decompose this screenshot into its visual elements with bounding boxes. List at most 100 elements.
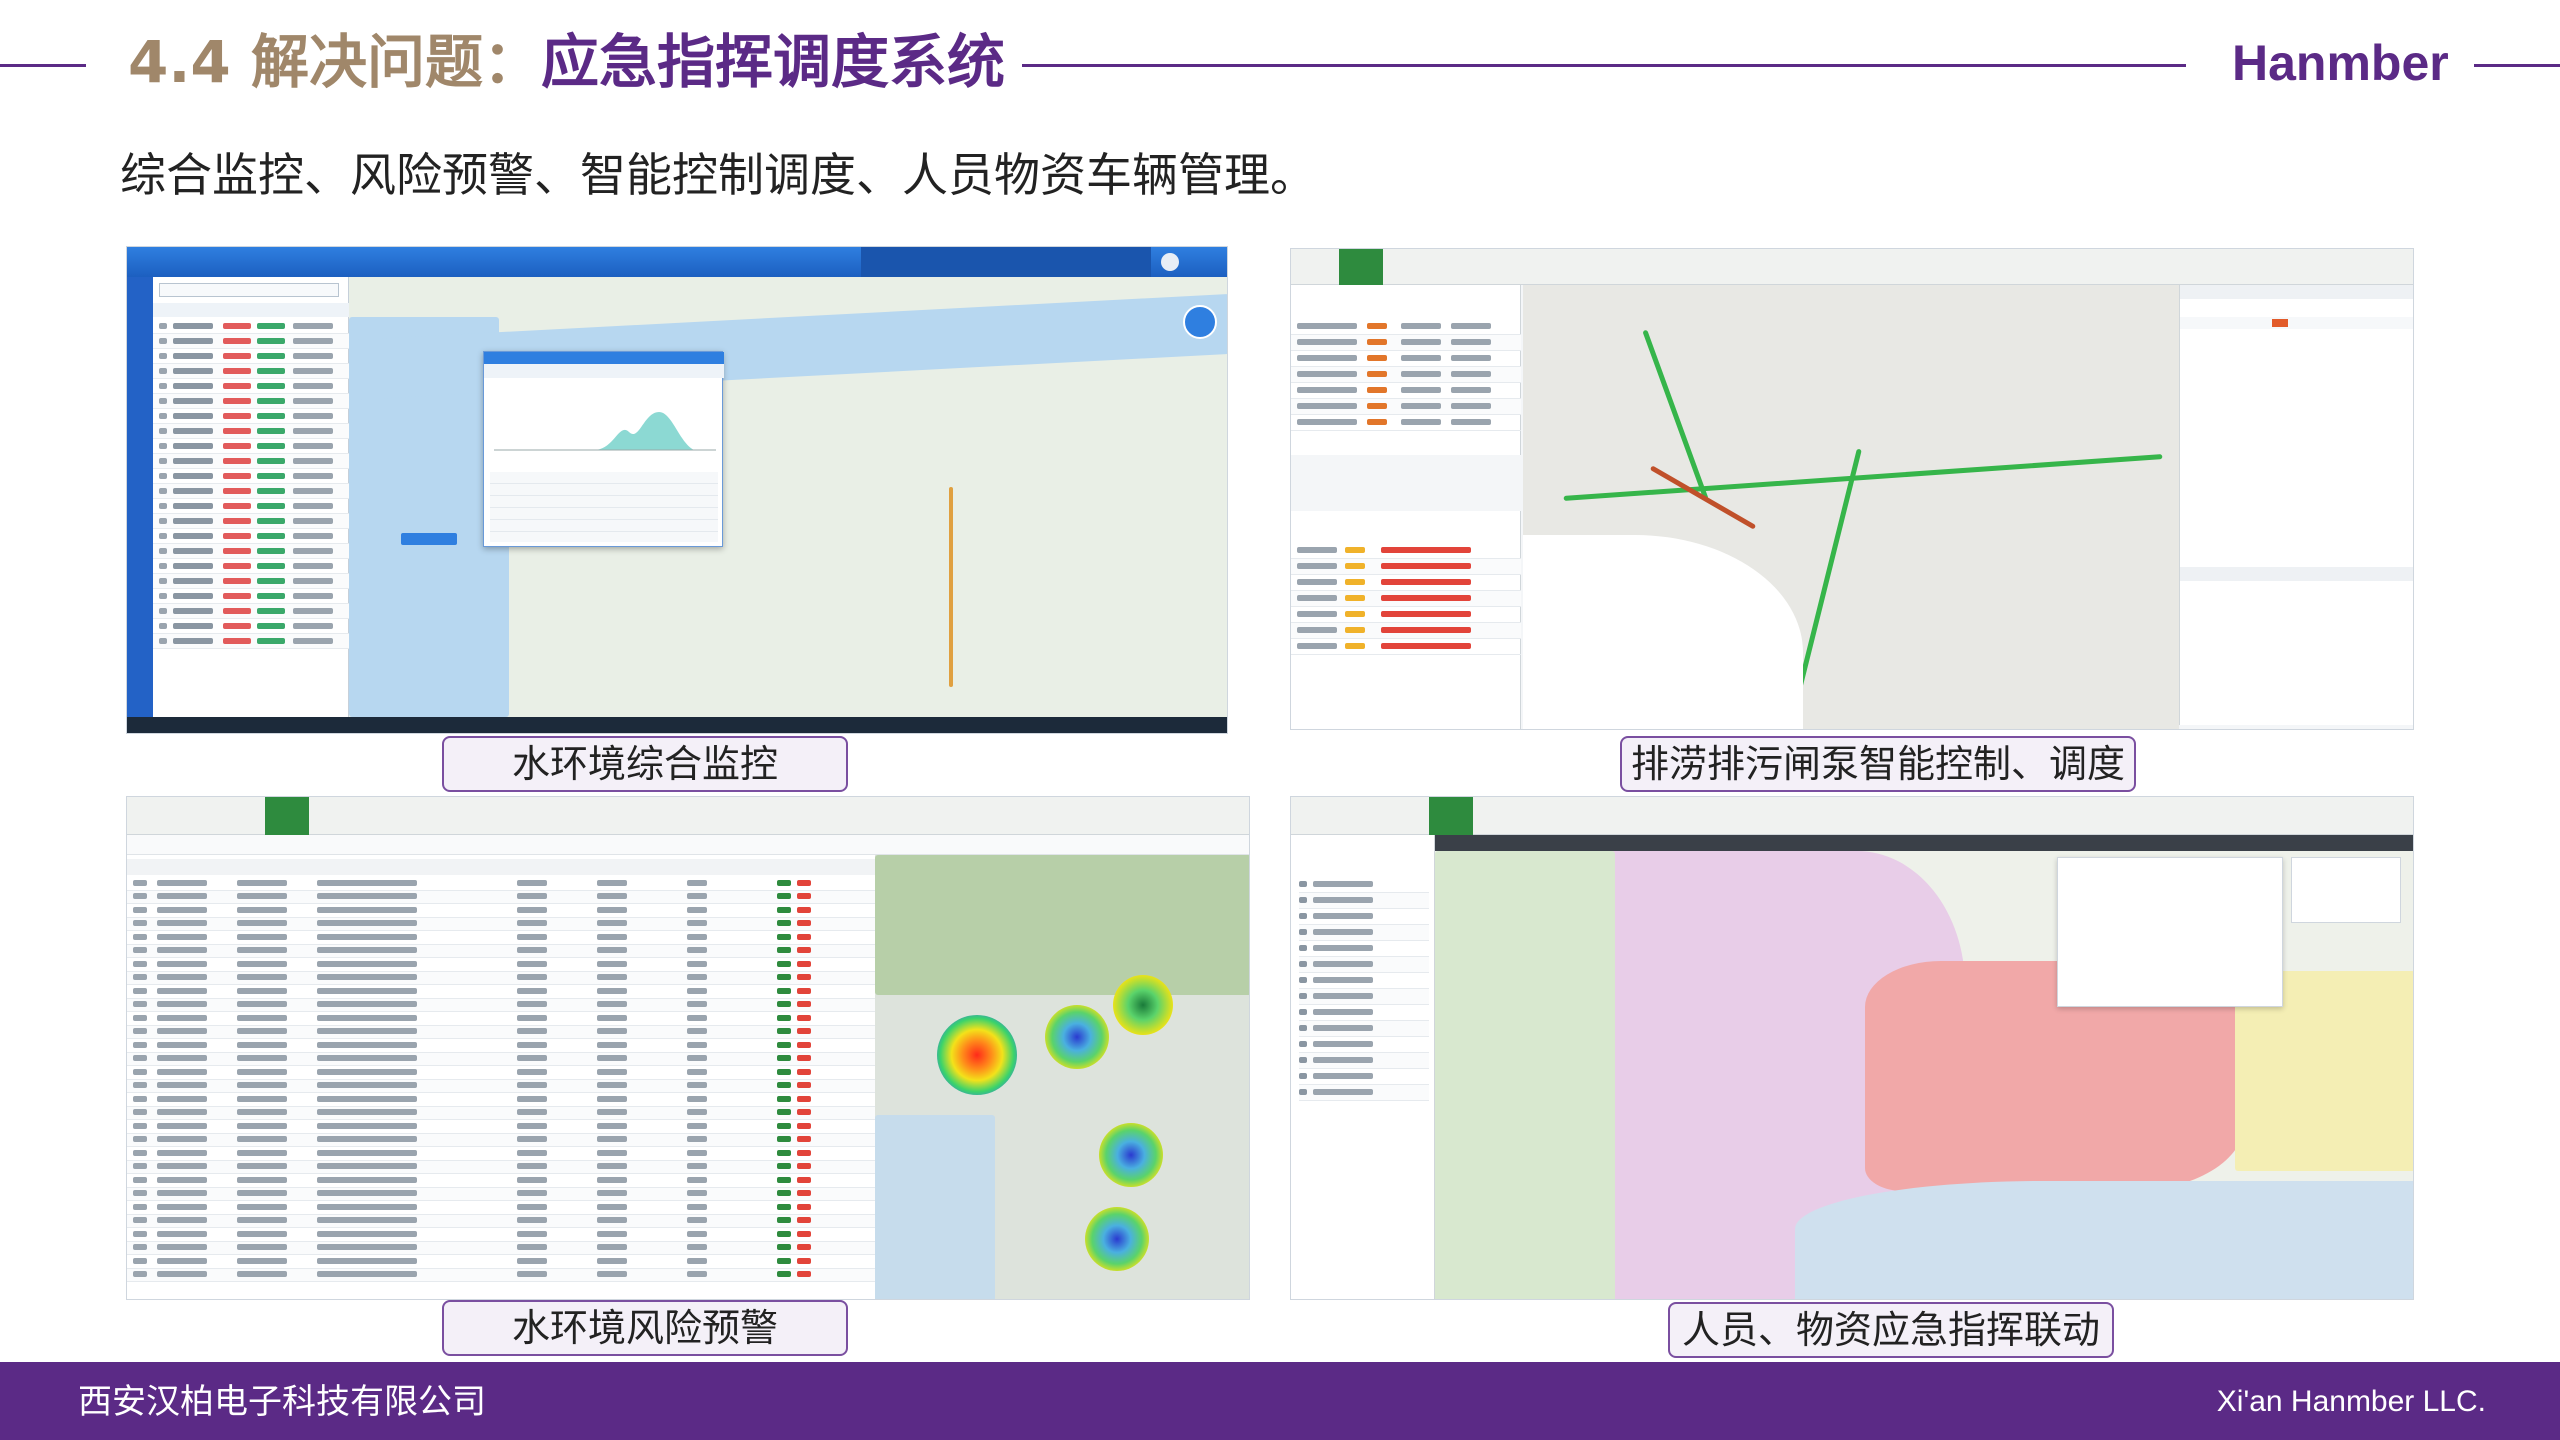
table-cell — [317, 1271, 417, 1278]
table-cell — [159, 382, 167, 389]
table-row — [127, 1066, 875, 1080]
station-marker[interactable] — [401, 533, 457, 545]
table-cell — [157, 1041, 207, 1048]
table-cell — [223, 367, 251, 374]
table-cell — [293, 442, 333, 449]
table-cell — [1313, 897, 1373, 903]
footer-bar: 西安汉柏电子科技有限公司 Xi'an Hanmber LLC. — [0, 1362, 2560, 1440]
table-row — [1299, 1085, 1429, 1101]
table-cell — [777, 1203, 791, 1210]
table-cell — [797, 1230, 811, 1237]
table-cell — [1451, 387, 1491, 393]
personnel-table-popup[interactable] — [2057, 857, 2283, 1007]
screenshot-risk-warning — [126, 796, 1250, 1300]
table-cell — [237, 1217, 287, 1224]
table-cell — [293, 472, 333, 479]
table-row — [153, 334, 349, 349]
table-cell — [223, 532, 251, 539]
table-cell — [173, 427, 213, 434]
table-cell — [797, 1109, 811, 1116]
table-cell — [1451, 419, 1491, 425]
table-cell — [133, 1271, 147, 1278]
table-cell — [257, 532, 285, 539]
table-cell — [1299, 897, 1307, 903]
table-cell — [223, 412, 251, 419]
table-cell — [133, 1001, 147, 1008]
table-row — [127, 985, 875, 999]
table-cell — [293, 562, 333, 569]
screenshot-emergency-command — [1290, 796, 2414, 1300]
station-rows — [153, 319, 349, 649]
table-cell — [1299, 1041, 1307, 1047]
water-level-popup[interactable] — [483, 351, 724, 547]
table-cell — [797, 1136, 811, 1143]
active-tab[interactable] — [1429, 797, 1473, 835]
table-cell — [237, 1109, 287, 1116]
table-cell — [159, 487, 167, 494]
popup-tabs[interactable] — [484, 364, 724, 378]
table-cell — [1345, 643, 1365, 649]
table-cell — [777, 933, 791, 940]
table-cell — [293, 352, 333, 359]
table-cell — [133, 1055, 147, 1062]
table-row — [127, 1093, 875, 1107]
table-cell — [1297, 579, 1337, 585]
page-title: 4.4 解决问题：应急指挥调度系统 — [128, 22, 1005, 102]
table-cell — [133, 1122, 147, 1129]
table-cell — [1299, 881, 1307, 887]
table-cell — [157, 1082, 207, 1089]
map-toolbar[interactable] — [1435, 835, 2413, 851]
table-cell — [257, 472, 285, 479]
table-row — [1299, 1053, 1429, 1069]
station-search-input[interactable] — [159, 283, 339, 297]
alarm-list-header — [2180, 285, 2413, 299]
table-cell — [1297, 339, 1357, 345]
table-cell — [517, 1122, 547, 1129]
table-cell — [517, 1230, 547, 1237]
resource-tree-items — [1299, 877, 1429, 1137]
active-tab[interactable] — [265, 797, 309, 835]
table-cell — [797, 1068, 811, 1075]
table-cell — [1297, 547, 1337, 553]
table-cell — [317, 1257, 417, 1264]
table-cell — [157, 1149, 207, 1156]
table-cell — [293, 532, 333, 539]
table-row — [153, 619, 349, 634]
table-cell — [133, 1203, 147, 1210]
filter-bar[interactable] — [127, 835, 1249, 855]
table-cell — [159, 367, 167, 374]
table-cell — [159, 472, 167, 479]
table-cell — [257, 577, 285, 584]
table-cell — [777, 1041, 791, 1048]
table-row — [153, 409, 349, 424]
table-cell — [797, 974, 811, 981]
app-topbar — [1291, 249, 2413, 285]
table-cell — [797, 1122, 811, 1129]
active-tab[interactable] — [1339, 249, 1383, 285]
table-cell — [133, 1014, 147, 1021]
road-map[interactable] — [1523, 285, 2179, 729]
table-row — [153, 544, 349, 559]
screenshot-water-monitoring — [126, 246, 1228, 734]
table-row — [1299, 909, 1429, 925]
table-cell — [223, 607, 251, 614]
compass-widget[interactable] — [1183, 305, 1217, 339]
table-cell — [597, 974, 627, 981]
table-cell — [173, 382, 213, 389]
table-cell — [237, 1136, 287, 1143]
table-row — [153, 469, 349, 484]
table-cell — [517, 1203, 547, 1210]
table-cell — [159, 592, 167, 599]
map-tools[interactable] — [1835, 1273, 2045, 1295]
topbar-tab-group — [861, 247, 1151, 277]
table-cell — [687, 1149, 707, 1156]
table-cell — [317, 974, 417, 981]
heat-map[interactable] — [875, 855, 1249, 1299]
table-cell — [1313, 881, 1373, 887]
map-area[interactable] — [349, 277, 1227, 717]
table-cell — [517, 1014, 547, 1021]
table-cell — [1345, 563, 1365, 569]
table-cell — [777, 920, 791, 927]
table-row — [1299, 941, 1429, 957]
table-cell — [317, 947, 417, 954]
